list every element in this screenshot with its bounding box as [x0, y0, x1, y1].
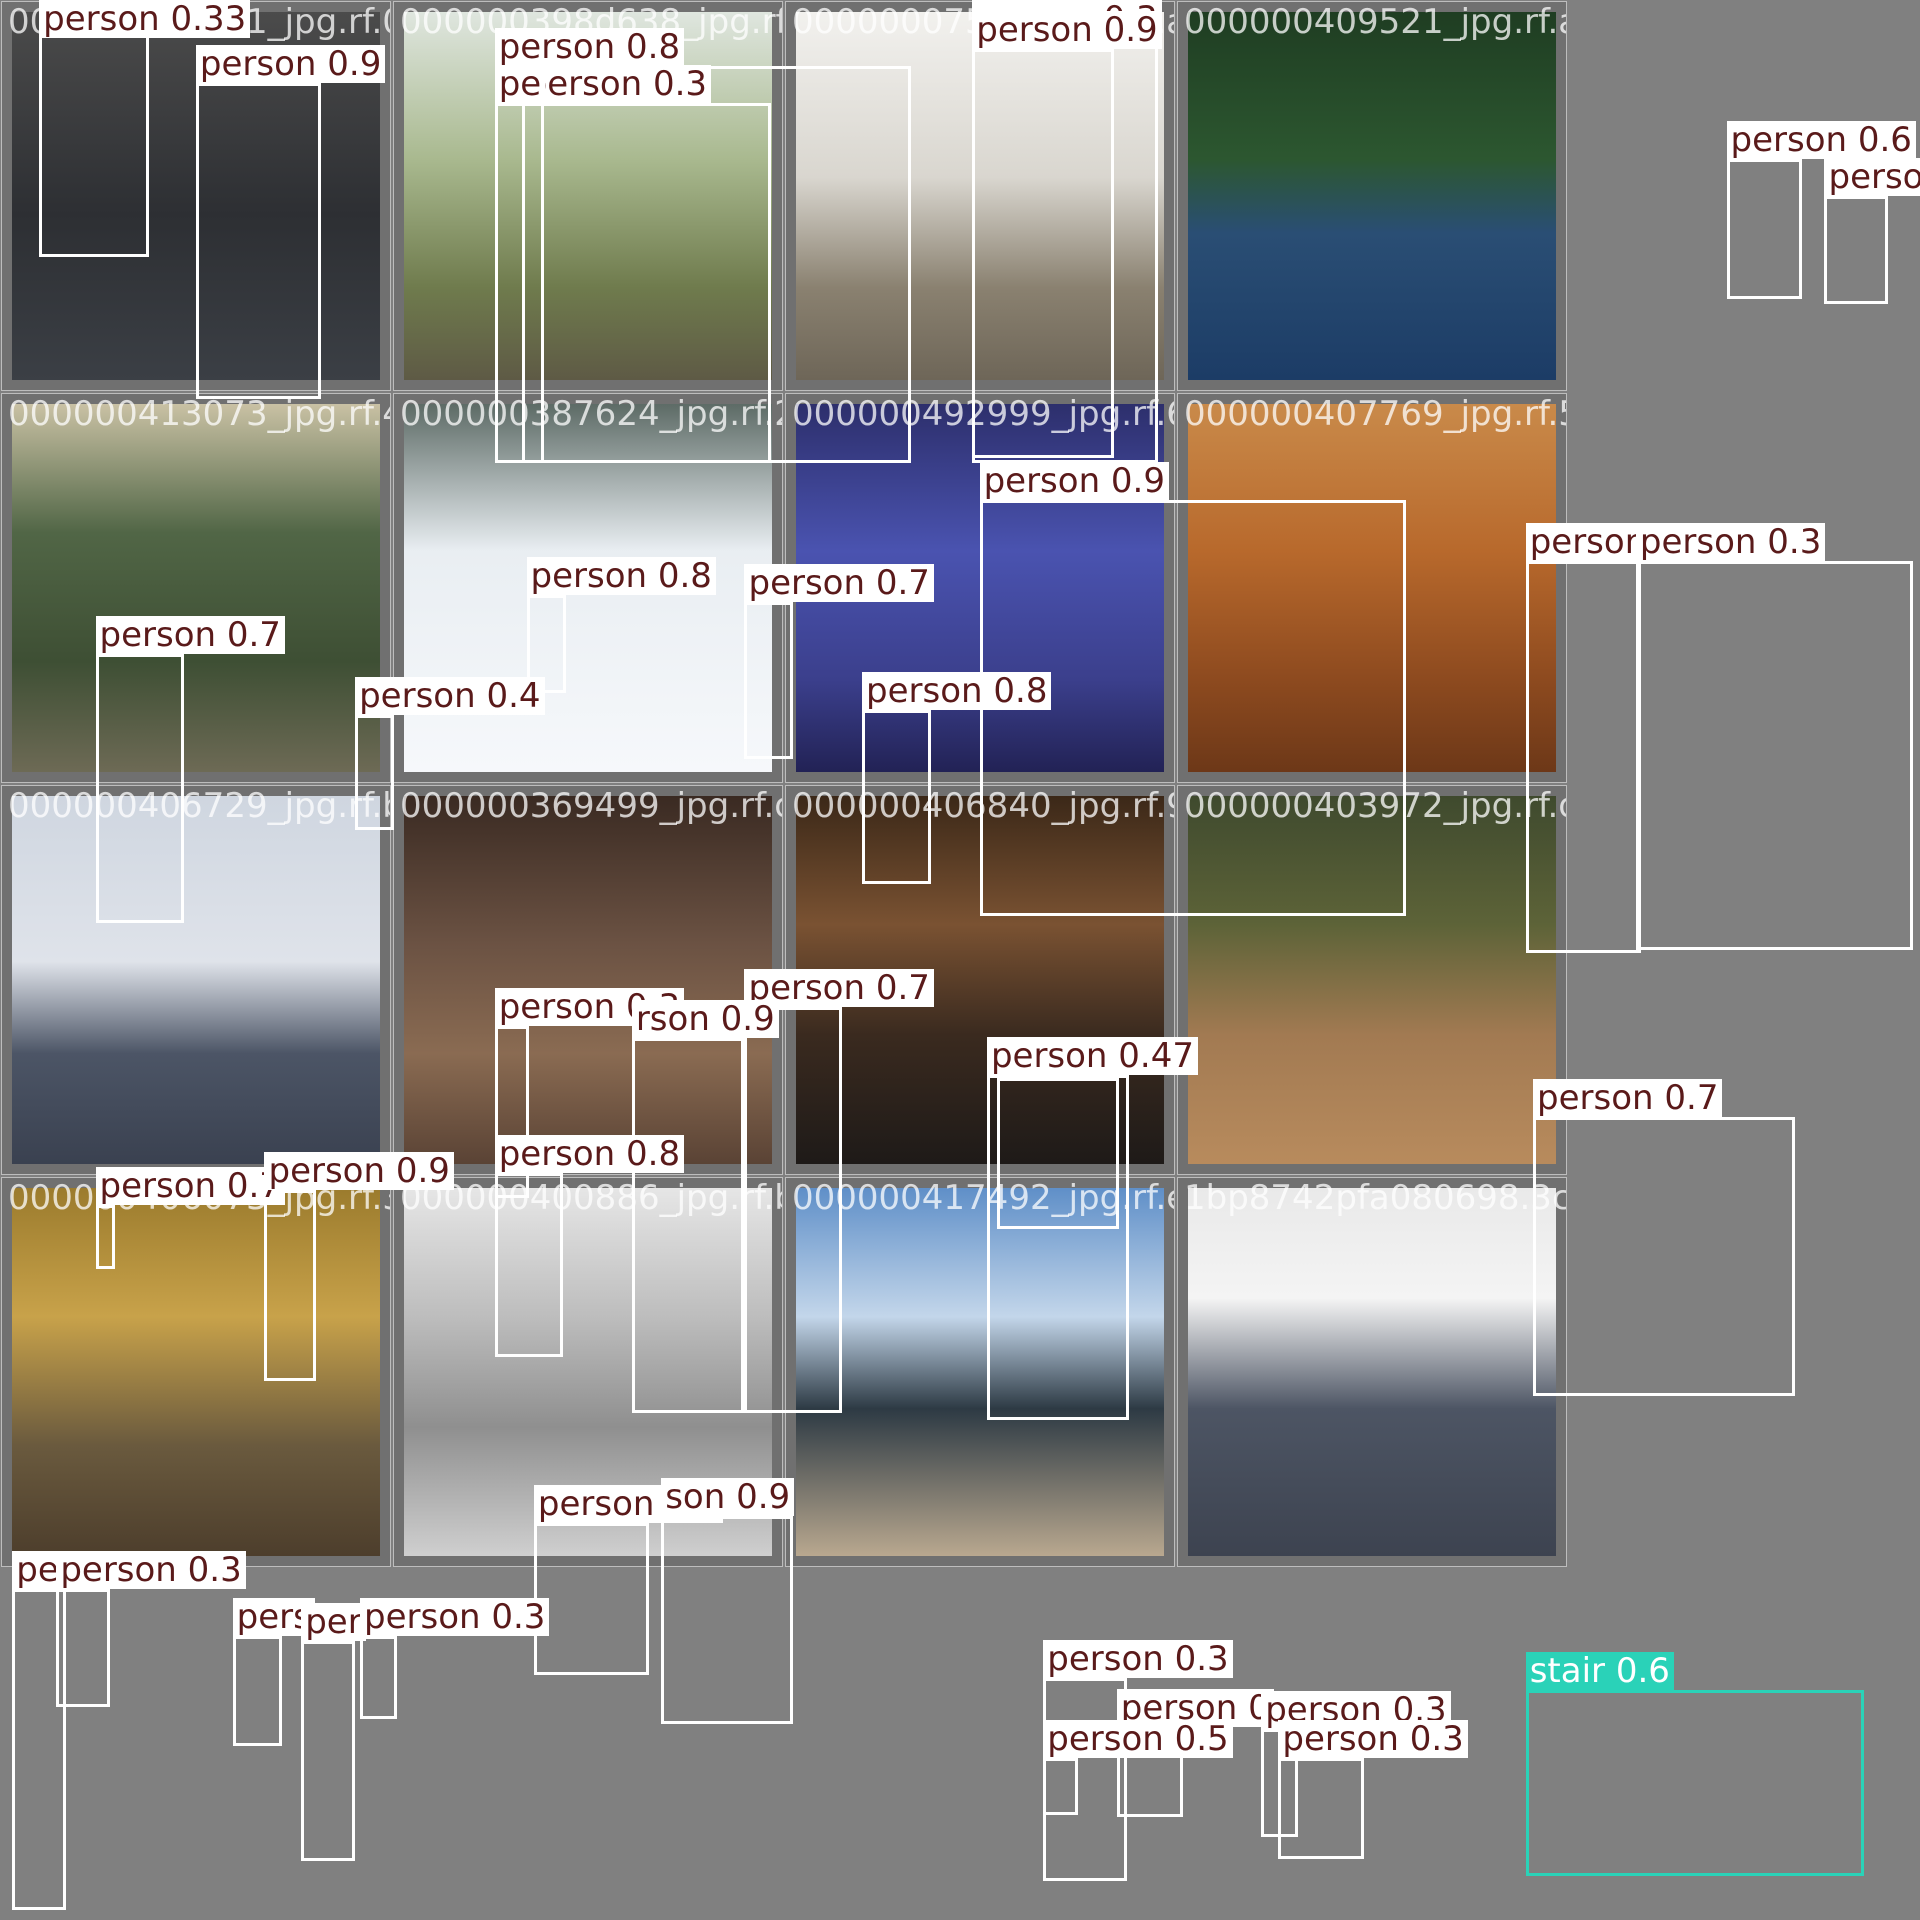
- person-detection-label: pe: [12, 1551, 63, 1590]
- mosaic-grid: 000000416851_jpg.rf.0b254000000398d638_j…: [0, 0, 1920, 1920]
- tile-filename: 1bp8742pfa080698.3c132a0f1: [1184, 1178, 1567, 1218]
- person-bounding-box: [1533, 1116, 1796, 1396]
- person-detection-label: person 0.9: [195, 45, 386, 84]
- person-bounding-box: [996, 1077, 1120, 1230]
- person-detection-label: person 0.7: [744, 564, 934, 603]
- person-detection-label: person 0.9: [972, 10, 1162, 49]
- person-bounding-box: [661, 1515, 794, 1725]
- tile-filename: 000000369499_jpg.rf.d7870: [400, 786, 782, 826]
- stair-bounding-box: [1525, 1689, 1864, 1876]
- person-bounding-box: [1043, 1758, 1078, 1815]
- person-bounding-box: [195, 83, 321, 400]
- person-bounding-box: [1824, 195, 1889, 304]
- person-bounding-box: [39, 31, 150, 258]
- person-detection-label: person 0.9: [979, 461, 1169, 500]
- person-detection-label: person 0.4: [355, 677, 545, 716]
- tile-photo: [12, 404, 380, 772]
- person-detection-label: person 0.3: [521, 64, 712, 103]
- person-detection-label: rson 0.9: [631, 1000, 779, 1039]
- person-detection-label: person 0.8: [526, 557, 716, 596]
- person-bounding-box: [56, 1589, 111, 1707]
- person-detection-label: person 0.7: [1533, 1078, 1723, 1117]
- person-bounding-box: [972, 48, 1115, 458]
- person-bounding-box: [1635, 560, 1913, 951]
- person-detection-label: person 0.3: [56, 1551, 246, 1590]
- person-detection-label: person 0.3: [1278, 1720, 1468, 1759]
- person-bounding-box: [232, 1635, 282, 1747]
- tile-filename: 000000407769_jpg.rf.5b926: [1184, 394, 1566, 434]
- mosaic-tile: 1bp8742pfa080698.3c132a0f1: [1177, 1177, 1567, 1567]
- tile-filename: 000000413073_jpg.rf.431e2: [8, 394, 390, 434]
- person-bounding-box: [1278, 1758, 1365, 1859]
- person-detection-label: person 0.7: [95, 615, 285, 654]
- person-bounding-box: [1525, 560, 1641, 953]
- person-detection-label: per: [301, 1602, 366, 1641]
- person-detection-label: person 0.33: [39, 0, 251, 38]
- person-bounding-box: [355, 715, 395, 831]
- tile-photo: [1188, 12, 1556, 380]
- person-detection-label: person 0.3: [1635, 522, 1826, 561]
- tile-photo: [12, 1188, 380, 1556]
- person-detection-label: person 0.8: [494, 28, 685, 67]
- person-detection-label: pe: [494, 64, 546, 103]
- mosaic-tile: 000000406073_jpg.rf.3c3d4: [1, 1177, 391, 1567]
- mosaic-tile: 000000406729_jpg.rf.b401b: [1, 785, 391, 1175]
- person-bounding-box: [95, 653, 184, 924]
- person-bounding-box: [494, 1173, 564, 1357]
- person-detection-label: person 0.47: [986, 1037, 1198, 1076]
- tile-photo: [12, 796, 380, 1164]
- tile-filename: 000000406729_jpg.rf.b401b: [8, 786, 390, 826]
- mosaic-tile: 000000409521_jpg.rf.a8734: [1177, 1, 1567, 391]
- person-bounding-box: [95, 1204, 116, 1269]
- person-detection-label: person 0.5: [1824, 157, 1920, 196]
- person-detection-label: person 0.8: [862, 672, 1052, 711]
- person-detection-label: person 0.8: [494, 1135, 685, 1174]
- person-bounding-box: [631, 1038, 745, 1414]
- person-detection-label: person 0.3: [1043, 1639, 1233, 1678]
- mosaic-tile: 000000413073_jpg.rf.431e2: [1, 393, 391, 783]
- person-detection-label: person 0.5: [1043, 1720, 1233, 1759]
- person-detection-label: person 0.7: [95, 1166, 285, 1205]
- tile-filename: 000000409521_jpg.rf.a8734: [1184, 2, 1566, 42]
- person-detection-label: person 0.6: [1726, 121, 1916, 160]
- person-bounding-box: [494, 102, 544, 463]
- person-bounding-box: [1726, 159, 1803, 299]
- person-bounding-box: [533, 1523, 649, 1676]
- stair-detection-label: stair 0.6: [1525, 1651, 1674, 1690]
- person-bounding-box: [521, 102, 772, 463]
- person-detection-label: person 0.9: [264, 1152, 454, 1191]
- person-bounding-box: [744, 1006, 843, 1414]
- person-detection-label: person: [1525, 522, 1651, 561]
- person-bounding-box: [862, 710, 931, 885]
- person-bounding-box: [360, 1635, 397, 1720]
- person-bounding-box: [744, 602, 794, 760]
- person-bounding-box: [301, 1640, 356, 1862]
- tile-photo: [1188, 1188, 1556, 1556]
- person-detection-label: son 0.9: [661, 1477, 795, 1516]
- person-bounding-box: [264, 1190, 316, 1382]
- person-detection-label: person 0.3: [360, 1597, 550, 1636]
